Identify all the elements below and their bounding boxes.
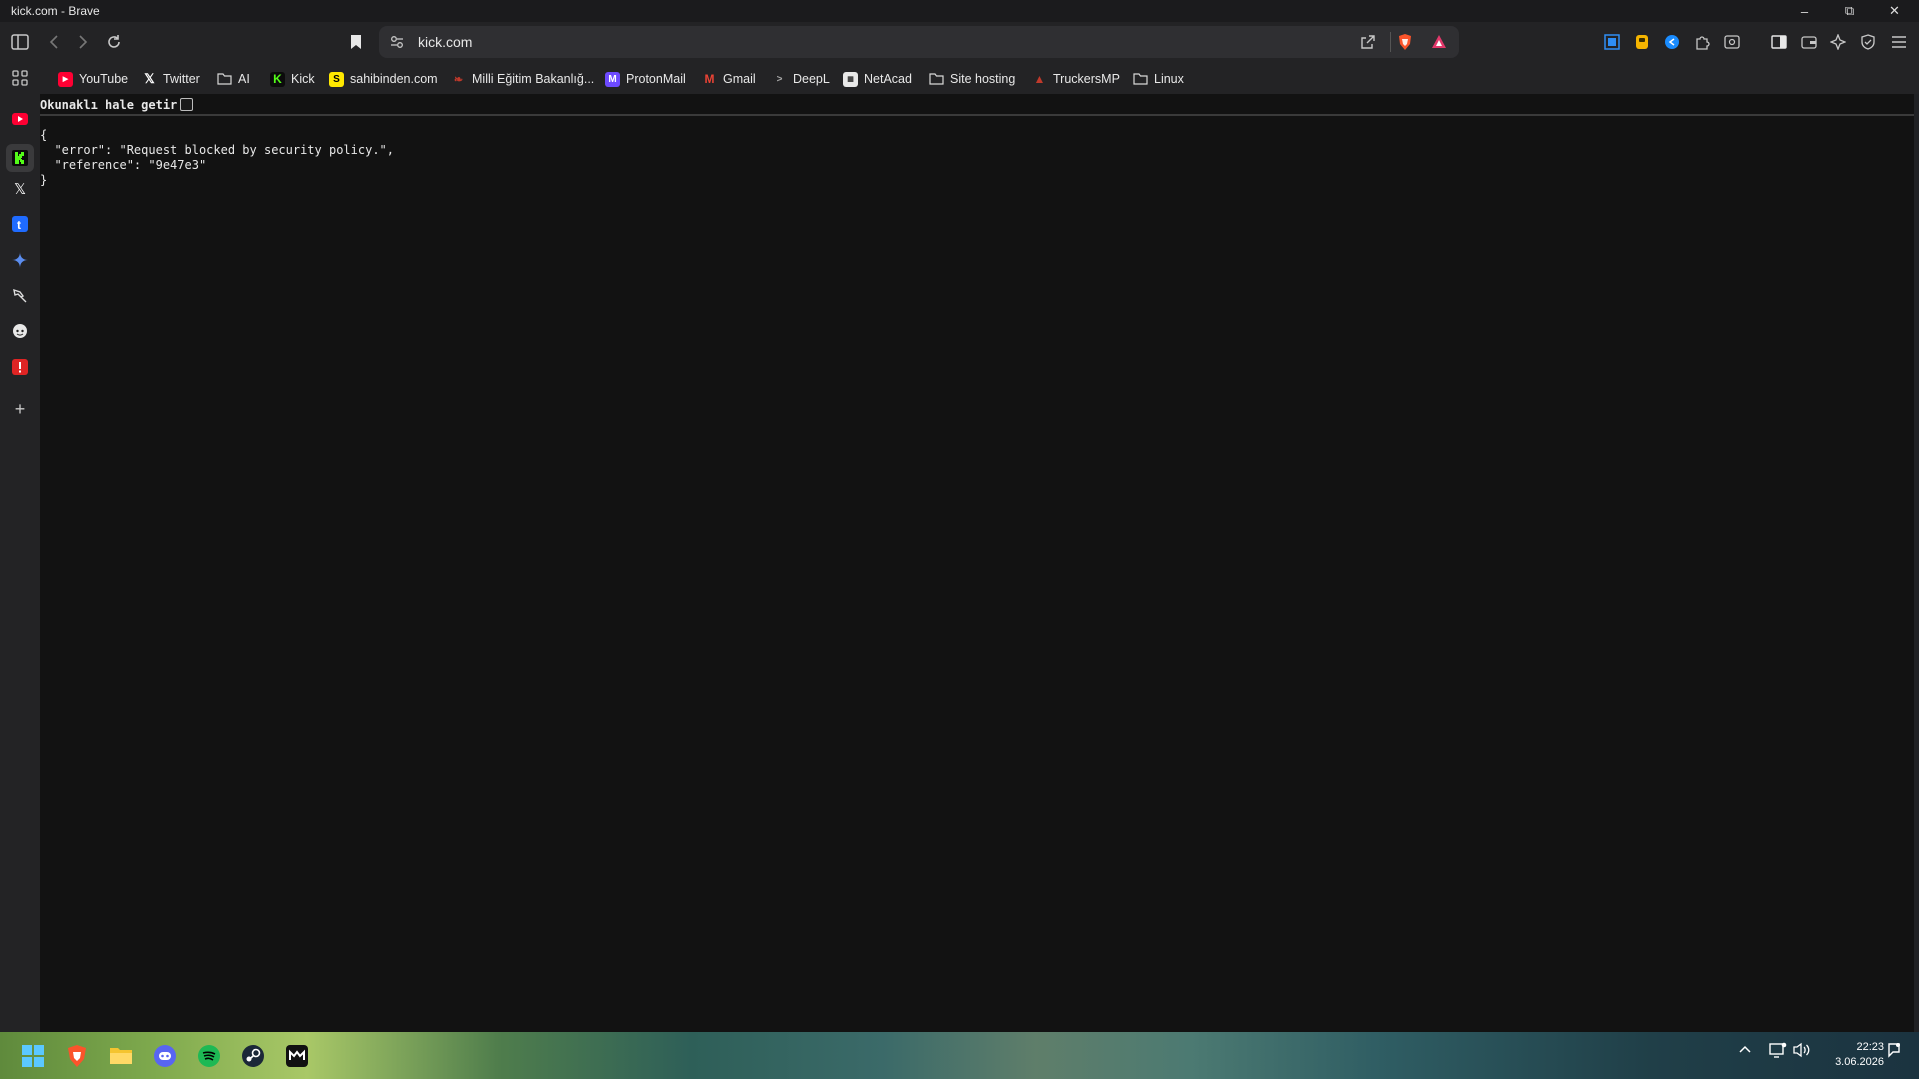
bookmark-youtube[interactable]: ▶ YouTube (58, 70, 128, 88)
bookmark-gmail[interactable]: M Gmail (702, 70, 756, 88)
folder-icon (1133, 72, 1148, 87)
wallet-icon[interactable] (1797, 30, 1821, 54)
notifications-icon[interactable] (1886, 1042, 1902, 1063)
taskbar (0, 1032, 1919, 1079)
file-explorer-icon[interactable] (106, 1041, 136, 1071)
tumblr-icon[interactable]: t (10, 214, 30, 234)
address-bar[interactable]: kick.com (379, 26, 1459, 58)
window-title: kick.com - Brave (11, 4, 100, 18)
divider (1390, 32, 1391, 52)
bookmark-netacad[interactable]: ▦ NetAcad (843, 70, 912, 88)
gmail-icon: M (704, 72, 715, 86)
kick-icon[interactable] (6, 144, 34, 172)
bookmark-icon[interactable] (344, 30, 368, 54)
bookmark-folder-site-hosting[interactable]: Site hosting (929, 70, 1015, 88)
taskbar-clock[interactable]: 22:23 3.06.2026 (1818, 1040, 1884, 1070)
sahibinden-icon: S (329, 71, 344, 87)
forward-icon[interactable] (71, 30, 95, 54)
bookmark-deepl[interactable]: > DeepL (772, 70, 830, 88)
reddit-icon[interactable] (10, 321, 30, 341)
bookmarks-bar: ▶ YouTube 𝕏 Twitter AI K Kick Ssahibinden.c… (0, 62, 1919, 94)
screenshot-extension-icon[interactable] (1600, 30, 1624, 54)
sidebar-toggle-icon[interactable] (8, 30, 32, 54)
discord-icon[interactable] (150, 1041, 180, 1071)
show-hidden-icons[interactable] (1738, 1042, 1752, 1061)
bookmark-twitter[interactable]: 𝕏 Twitter (142, 70, 200, 88)
restore-button[interactable]: ⧉ (1827, 0, 1872, 22)
youtube-icon: ▶ (58, 71, 73, 87)
kick-icon: K (270, 71, 285, 87)
folder-icon (929, 72, 944, 87)
page-content: Okunaklı hale getir { "error": "Request … (40, 94, 1914, 1032)
youtube-icon[interactable] (10, 109, 30, 129)
brave-rewards-icon[interactable] (1431, 34, 1447, 54)
deepl-icon: > (776, 73, 783, 85)
menu-icon[interactable] (1887, 30, 1911, 54)
gemini-icon[interactable] (10, 250, 30, 270)
json-response: { "error": "Request blocked by security … (40, 128, 395, 187)
reload-icon[interactable] (102, 30, 126, 54)
x-icon: 𝕏 (144, 71, 155, 86)
add-panel-icon[interactable]: + (10, 399, 30, 419)
pretty-print-checkbox[interactable] (180, 98, 193, 111)
minimize-button[interactable]: – (1782, 0, 1827, 22)
vpn-shield-icon[interactable] (1856, 30, 1880, 54)
network-icon[interactable] (1769, 1042, 1787, 1063)
x-icon[interactable]: 𝕏 (10, 179, 30, 199)
clock-date: 3.06.2026 (1835, 1056, 1884, 1068)
svg-text:t: t (17, 218, 21, 232)
bookmark-meb[interactable]: ❧ Milli Eğitim Bakanlığ... (451, 70, 594, 88)
windows-start-icon[interactable] (18, 1041, 48, 1071)
steam-icon[interactable] (238, 1041, 268, 1071)
meb-icon: ❧ (453, 73, 464, 86)
back-icon[interactable] (42, 30, 66, 54)
tool-icon[interactable] (10, 285, 30, 305)
bookmark-sahibinden[interactable]: Ssahibinden.com (329, 70, 438, 88)
title-bar: kick.com - Brave – ⧉ ✕ (0, 0, 1919, 22)
site-settings-icon[interactable] (390, 35, 404, 54)
tab-search-icon[interactable] (1720, 30, 1744, 54)
bookmark-folder-linux[interactable]: Linux (1133, 70, 1184, 88)
bookmark-protonmail[interactable]: M ProtonMail (605, 70, 686, 88)
browser-sidebar: 𝕏 t + (0, 94, 40, 1032)
url-text: kick.com (418, 34, 473, 50)
alert-icon[interactable] (10, 357, 30, 377)
epic-games-icon[interactable] (282, 1041, 312, 1071)
clock-time: 22:23 (1856, 1041, 1884, 1053)
brave-shields-icon[interactable] (1397, 33, 1413, 56)
bookmark-kick[interactable]: K Kick (270, 70, 315, 88)
shazam-extension-icon[interactable] (1660, 30, 1684, 54)
spotify-icon[interactable] (194, 1041, 224, 1071)
extensions-icon[interactable] (1690, 30, 1714, 54)
bookmark-folder-ai[interactable]: AI (217, 70, 250, 88)
bookmark-truckersmp[interactable]: ▲ TruckersMP (1032, 70, 1120, 88)
apps-grid-icon[interactable] (8, 66, 32, 90)
close-button[interactable]: ✕ (1872, 0, 1917, 22)
netacad-icon: ▦ (843, 71, 858, 87)
wallet-extension-icon[interactable] (1630, 30, 1654, 54)
volume-icon[interactable] (1793, 1042, 1811, 1063)
pretty-print-bar: Okunaklı hale getir (40, 94, 1914, 116)
sidebar-panel-icon[interactable] (1767, 30, 1791, 54)
brave-taskbar-icon[interactable] (62, 1041, 92, 1071)
protonmail-icon: M (605, 71, 620, 87)
pretty-print-label: Okunaklı hale getir (40, 98, 178, 112)
folder-icon (217, 72, 232, 87)
truckersmp-icon: ▲ (1033, 72, 1046, 86)
leo-ai-icon[interactable] (1826, 30, 1850, 54)
share-icon[interactable] (1360, 34, 1376, 55)
